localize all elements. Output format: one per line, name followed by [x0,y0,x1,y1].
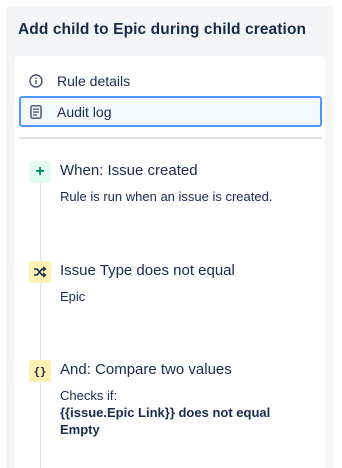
menu-item-rule-details[interactable]: Rule details [19,65,322,96]
braces-icon: {} [29,360,51,382]
rule-card: Rule details Audit log + When: Issue cre… [14,56,325,468]
step-desc-value: Empty [60,422,100,437]
rule-panel: Add child to Epic during child creation … [6,6,333,468]
step-desc-issue-type: Epic [60,289,86,304]
step-title-trigger[interactable]: When: Issue created [60,162,198,179]
menu-item-label: Audit log [57,103,112,120]
step-desc-condition: {{issue.Epic Link}} does not equal [60,405,271,420]
menu-item-label: Rule details [57,72,131,89]
step-desc-trigger: Rule is run when an issue is created. [60,189,273,204]
plus-icon: + [29,161,51,183]
audit-log-icon [28,104,44,120]
menu-item-audit-log[interactable]: Audit log [19,96,322,127]
step-desc-compare: Checks if: {{issue.Epic Link}} does not … [60,387,270,438]
step-title-issue-type[interactable]: Issue Type does not equal [60,262,235,279]
shuffle-icon [29,261,51,283]
timeline-line [40,164,41,468]
info-icon [28,73,44,89]
divider [19,137,322,139]
panel-title: Add child to Epic during child creation [18,21,307,38]
step-title-compare[interactable]: And: Compare two values [60,361,232,378]
step-desc-prefix: Checks if: [60,388,118,403]
